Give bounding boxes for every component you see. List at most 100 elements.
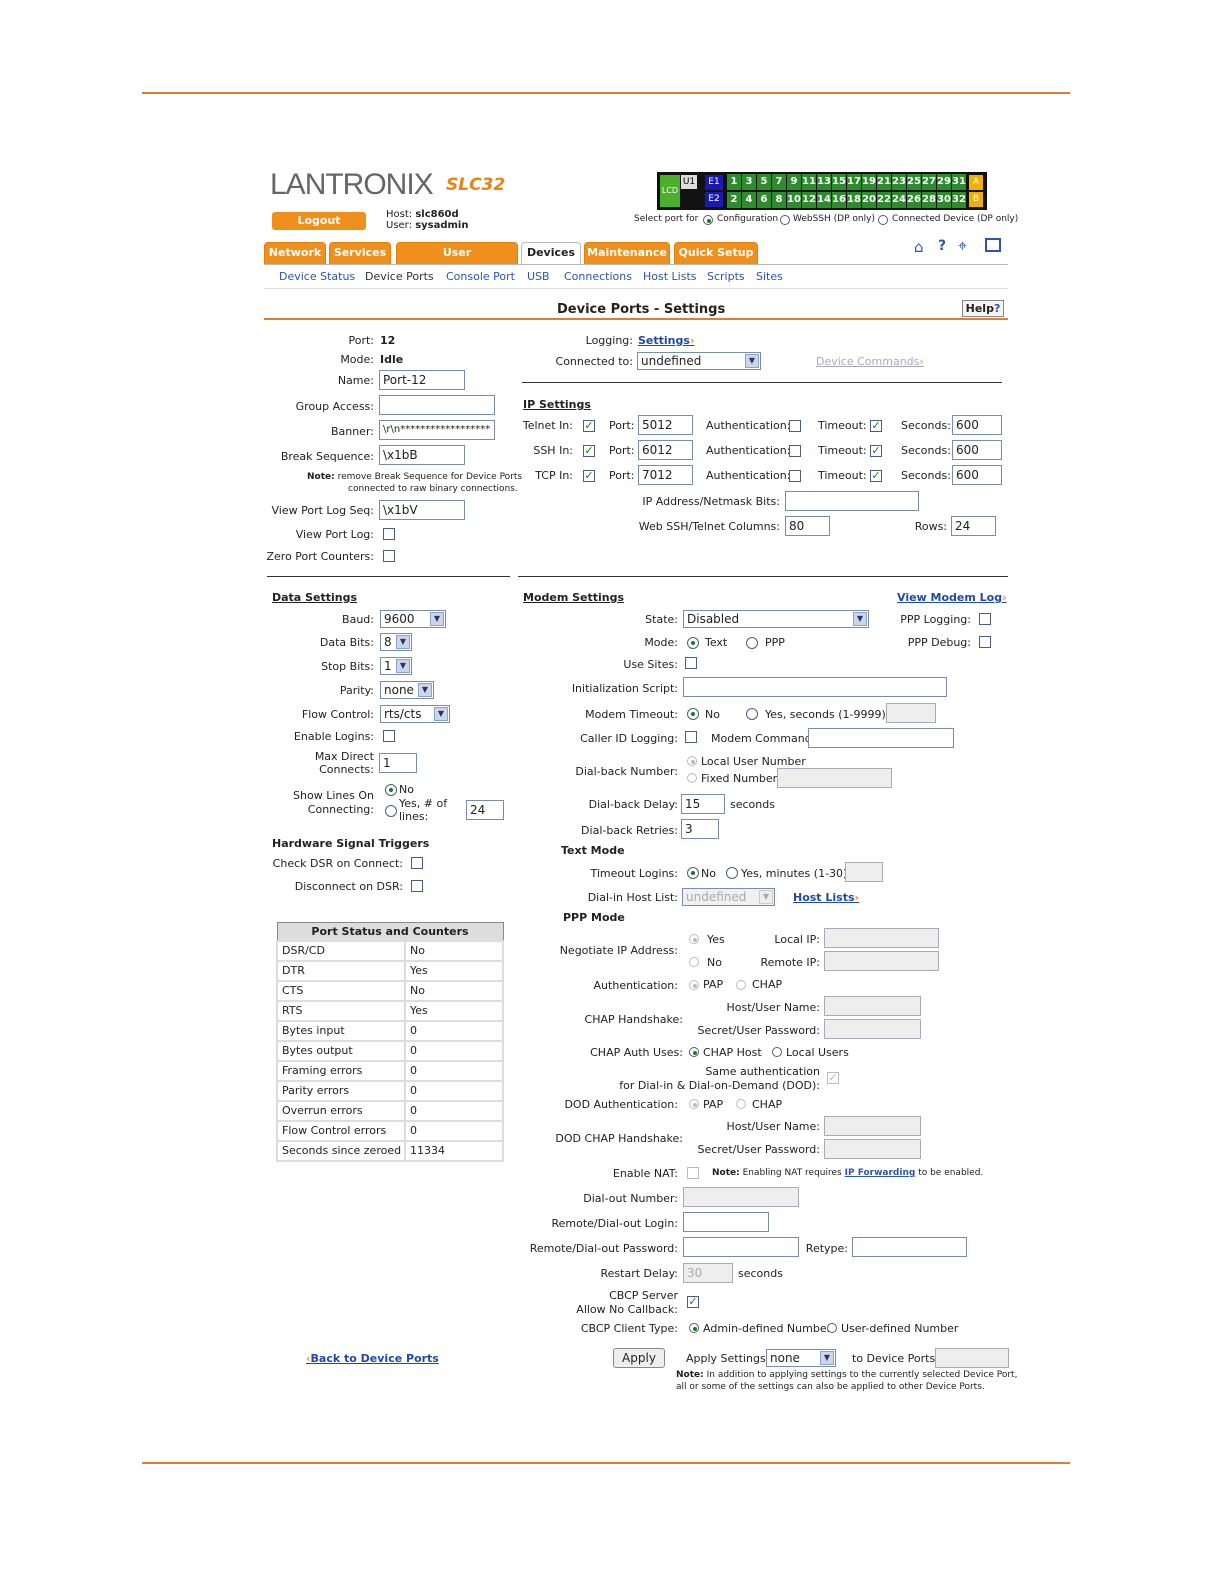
logout-button[interactable]: Logout	[272, 212, 366, 230]
port-led[interactable]: 23	[892, 174, 906, 190]
ip-row-auth-checkbox[interactable]	[789, 420, 801, 432]
show-lines-no-radio[interactable]	[385, 784, 397, 796]
mode-text-radio[interactable]	[687, 637, 699, 649]
local-user-radio[interactable]	[687, 756, 697, 766]
ip-row-seconds-input[interactable]: 600	[952, 465, 1002, 485]
remote-ip-input[interactable]	[824, 951, 939, 971]
remote-login-input[interactable]	[683, 1212, 769, 1232]
ip-row-seconds-input[interactable]: 600	[952, 415, 1002, 435]
port-led[interactable]: 31	[952, 174, 966, 190]
ip-row-port-input[interactable]: 6012	[638, 440, 693, 460]
ppp-auth-pap-radio[interactable]	[689, 980, 699, 990]
subnav-host-lists[interactable]: Host Lists	[643, 270, 697, 283]
subnav-scripts[interactable]: Scripts	[707, 270, 745, 283]
dod-host-name-input[interactable]	[824, 1116, 921, 1136]
port-led[interactable]: 14	[817, 192, 831, 208]
columns-input[interactable]: 80	[785, 516, 830, 536]
timeout-logins-no-radio[interactable]	[687, 867, 699, 879]
home-icon[interactable]: ⌂	[914, 238, 924, 256]
mode-ppp-radio[interactable]	[746, 637, 758, 649]
port-led[interactable]: 1	[727, 174, 741, 190]
use-sites-checkbox[interactable]	[685, 657, 697, 669]
ip-row-enable-checkbox[interactable]: ✓	[583, 420, 595, 432]
admin-defined-radio[interactable]	[689, 1323, 699, 1333]
ppp-logging-checkbox[interactable]	[979, 613, 991, 625]
data-bits-select[interactable]: 8 ▼	[380, 633, 412, 651]
state-select[interactable]: Disabled ▼	[683, 610, 869, 628]
negotiate-no-radio[interactable]	[689, 957, 699, 967]
device-commands-link[interactable]: Device Commands›	[816, 355, 924, 368]
init-script-input[interactable]	[683, 677, 947, 697]
user-defined-radio[interactable]	[827, 1323, 837, 1333]
ip-row-timeout-checkbox[interactable]: ✓	[870, 420, 882, 432]
restart-delay-input[interactable]: 30	[683, 1263, 733, 1283]
port-led[interactable]: 20	[862, 192, 876, 208]
dialin-host-select[interactable]: undefined ▼	[682, 888, 775, 906]
to-device-ports-input[interactable]	[935, 1348, 1009, 1368]
host-lists-link[interactable]: Host Lists›	[793, 891, 859, 904]
port-led[interactable]: 11	[802, 174, 816, 190]
ip-row-enable-checkbox[interactable]: ✓	[583, 470, 595, 482]
help-icon[interactable]: ?	[938, 238, 946, 254]
apply-settings-select[interactable]: none ▼	[766, 1349, 836, 1367]
port-led[interactable]: 9	[787, 174, 801, 190]
modem-command-input[interactable]	[808, 728, 954, 748]
port-led[interactable]: 7	[772, 174, 786, 190]
dod-auth-pap-radio[interactable]	[689, 1099, 699, 1109]
mode-connected-radio[interactable]	[878, 215, 888, 225]
subnav-usb[interactable]: USB	[527, 270, 550, 283]
view-log-seq-input[interactable]: \x1bV	[379, 500, 465, 520]
subnav-console-port[interactable]: Console Port	[446, 270, 515, 283]
chap-host-radio[interactable]	[689, 1047, 699, 1057]
dod-auth-chap-radio[interactable]	[736, 1099, 746, 1109]
dialback-delay-input[interactable]: 15	[681, 794, 725, 814]
tab-services[interactable]: Services	[329, 242, 391, 264]
port-led[interactable]: 29	[937, 174, 951, 190]
subnav-device-status[interactable]: Device Status	[279, 270, 355, 283]
modem-timeout-no-radio[interactable]	[687, 708, 699, 720]
ip-forwarding-link[interactable]: IP Forwarding	[845, 1168, 916, 1178]
group-access-input[interactable]	[379, 395, 495, 415]
port-led[interactable]: 25	[907, 174, 921, 190]
port-led[interactable]: 32	[952, 192, 966, 208]
port-led[interactable]: 3	[742, 174, 756, 190]
max-direct-input[interactable]: 1	[379, 753, 417, 773]
subnav-device-ports[interactable]: Device Ports	[365, 270, 434, 283]
ip-row-auth-checkbox[interactable]	[789, 470, 801, 482]
view-modem-log-link[interactable]: View Modem Log›	[897, 591, 1007, 604]
retype-input[interactable]	[852, 1237, 967, 1257]
subnav-connections[interactable]: Connections	[564, 270, 632, 283]
enable-logins-checkbox[interactable]	[383, 730, 395, 742]
port-led[interactable]: 4	[742, 192, 756, 208]
stop-bits-select[interactable]: 1 ▼	[380, 657, 412, 675]
dialout-number-input[interactable]	[683, 1187, 799, 1207]
modem-timeout-seconds-input[interactable]	[886, 703, 936, 723]
rows-input[interactable]: 24	[951, 516, 996, 536]
zero-counters-checkbox[interactable]	[383, 550, 395, 562]
ip-mask-input[interactable]	[785, 491, 919, 511]
port-led[interactable]: 5	[757, 174, 771, 190]
dod-secret-input[interactable]	[824, 1139, 921, 1159]
negotiate-yes-radio[interactable]	[689, 934, 699, 944]
disconnect-dsr-checkbox[interactable]	[411, 880, 423, 892]
port-led[interactable]: 28	[922, 192, 936, 208]
list-icon[interactable]	[985, 238, 1001, 252]
port-led[interactable]: 21	[877, 174, 891, 190]
fixed-number-input[interactable]	[777, 768, 892, 788]
port-led[interactable]: 17	[847, 174, 861, 190]
break-sequence-input[interactable]: \x1bB	[379, 445, 465, 465]
ip-row-timeout-checkbox[interactable]: ✓	[870, 470, 882, 482]
port-led[interactable]: 15	[832, 174, 846, 190]
logging-settings-link[interactable]: Settings›	[638, 334, 694, 347]
baud-select[interactable]: 9600 ▼	[380, 610, 446, 628]
ip-row-enable-checkbox[interactable]: ✓	[583, 445, 595, 457]
ip-row-port-input[interactable]: 5012	[638, 415, 693, 435]
same-auth-checkbox[interactable]: ✓	[827, 1072, 839, 1084]
show-lines-input[interactable]: 24	[466, 800, 504, 820]
show-lines-yes-radio[interactable]	[385, 805, 397, 817]
chap-host-name-input[interactable]	[824, 996, 921, 1016]
apply-button[interactable]: Apply	[613, 1348, 665, 1368]
port-led[interactable]: 26	[907, 192, 921, 208]
ip-row-auth-checkbox[interactable]	[789, 445, 801, 457]
flow-control-select[interactable]: rts/cts ▼	[380, 705, 450, 723]
